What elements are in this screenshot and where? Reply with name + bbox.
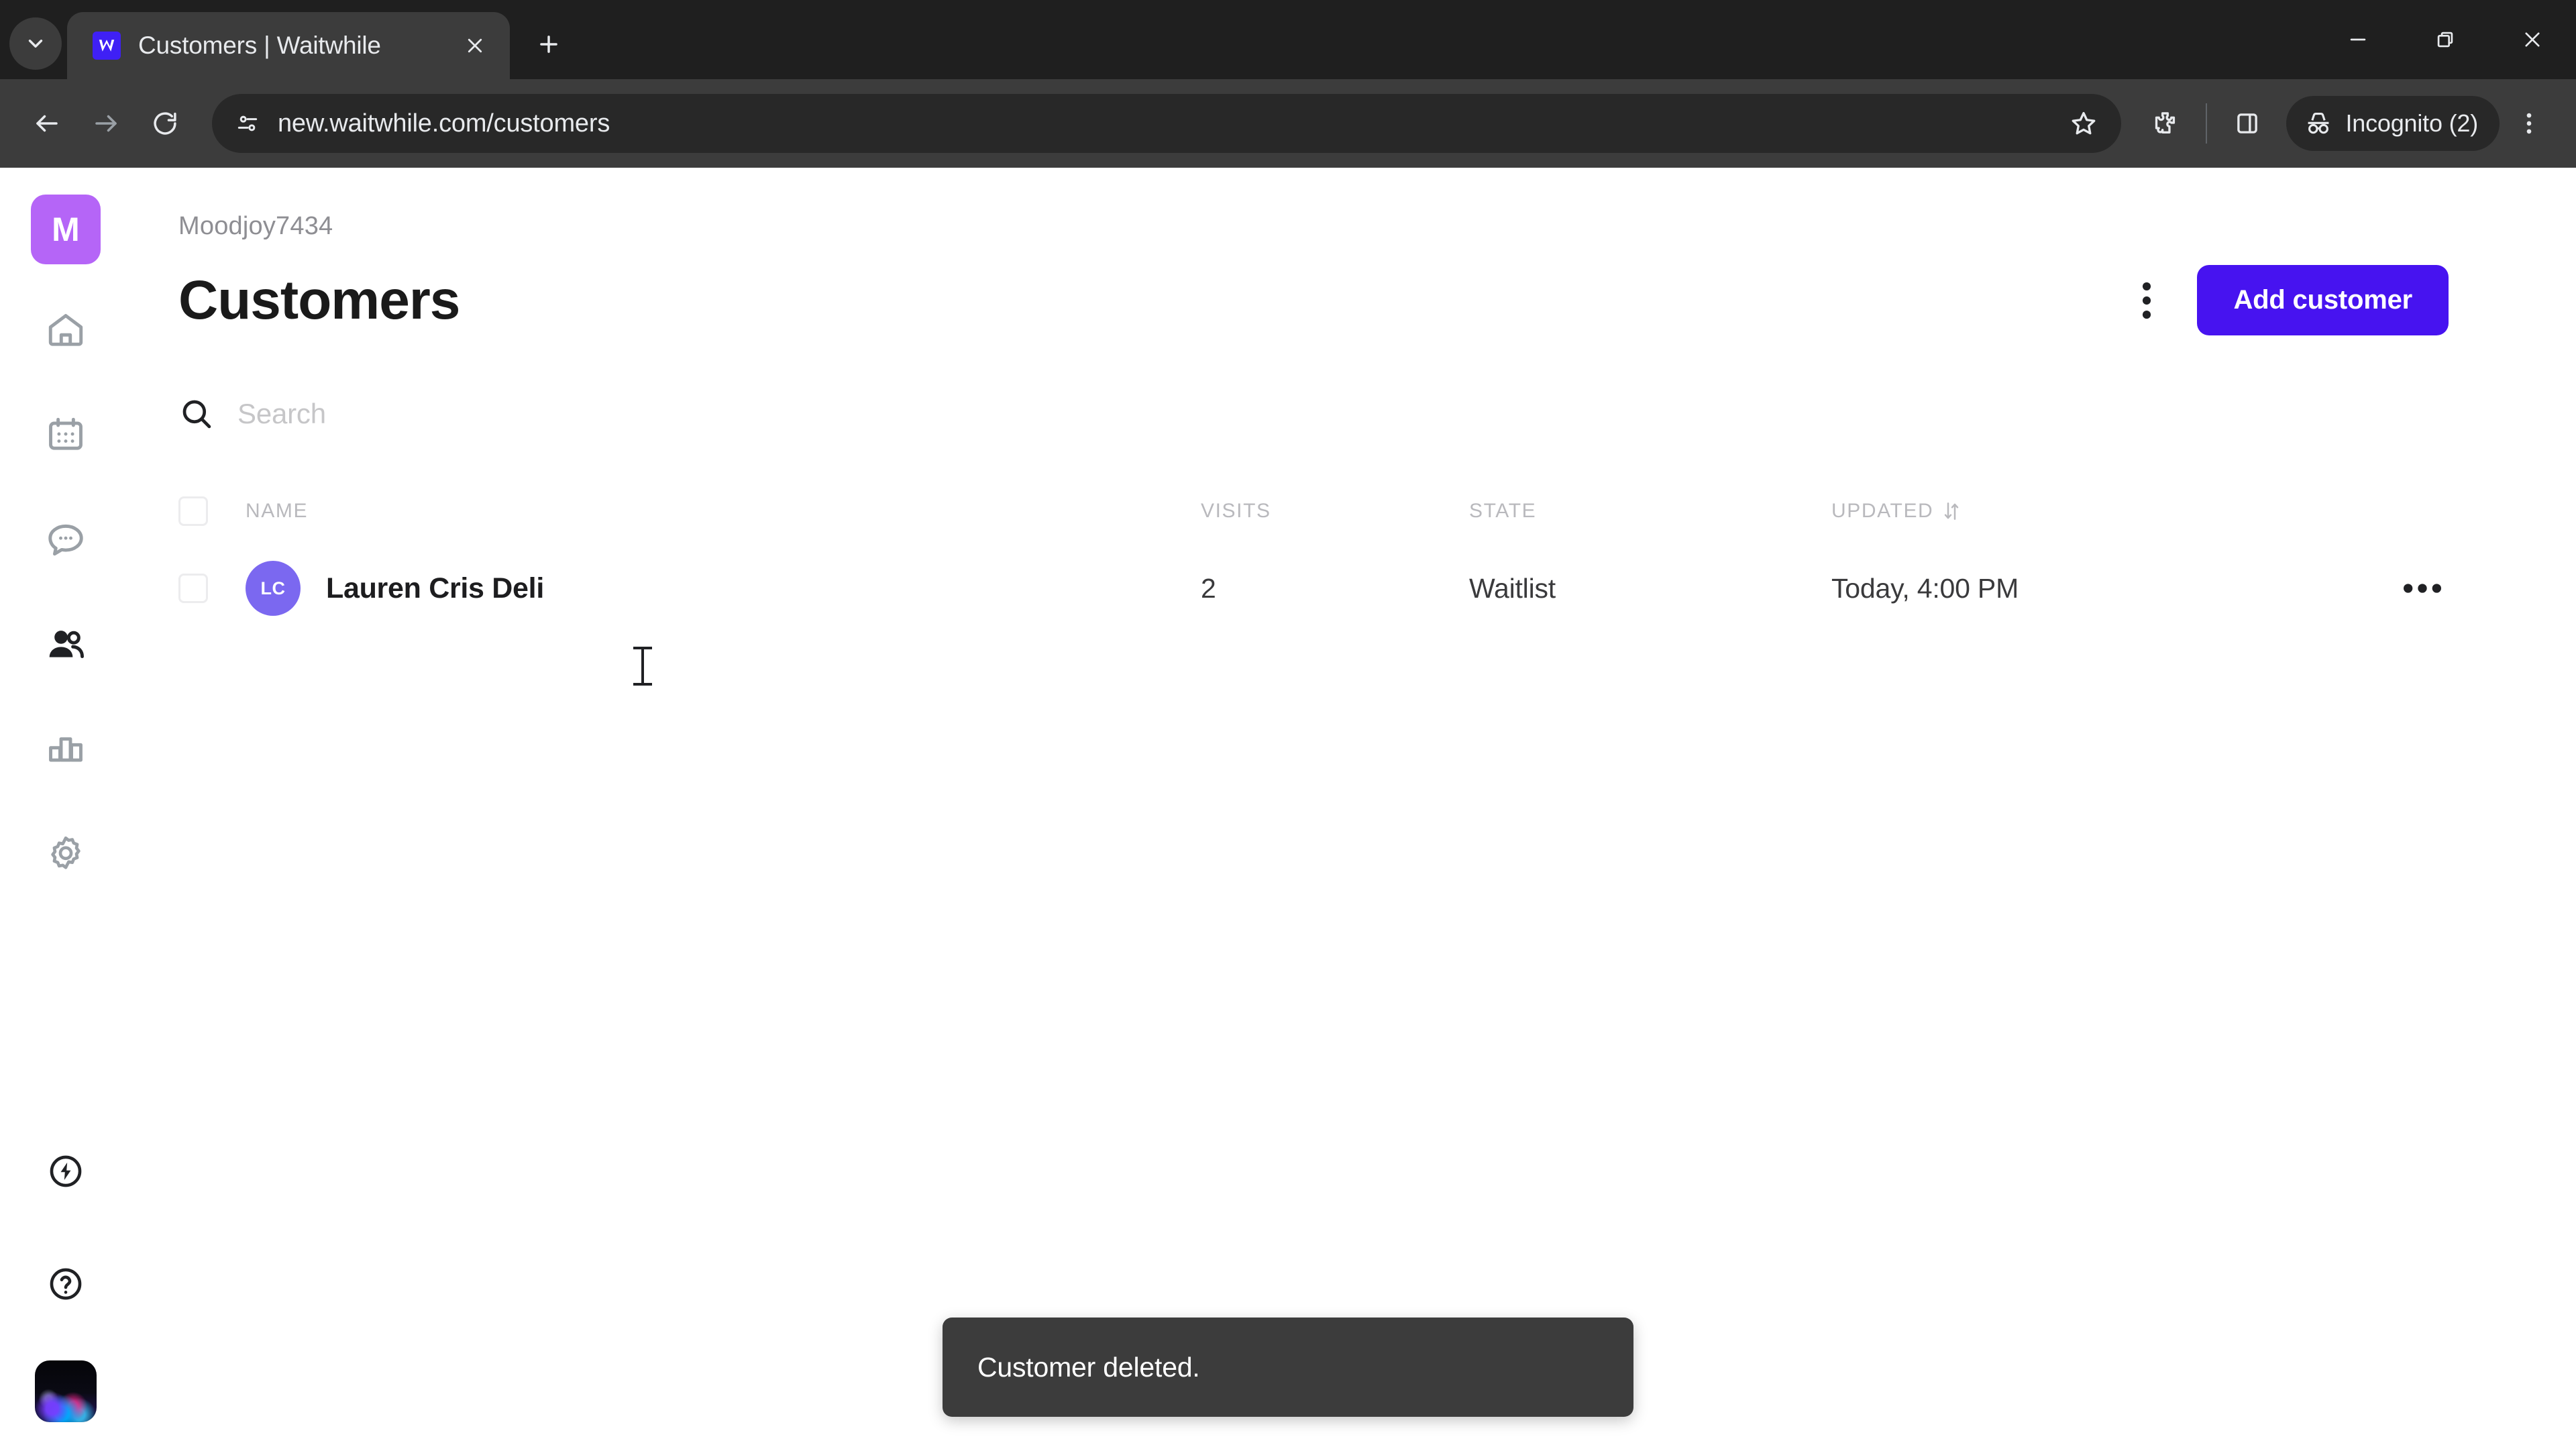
select-all-checkbox[interactable]	[178, 496, 208, 526]
column-header-state[interactable]: STATE	[1469, 500, 1831, 523]
sidebar-nav	[30, 294, 102, 922]
search-input[interactable]	[237, 398, 2449, 430]
people-icon	[49, 631, 84, 659]
chevron-down-icon	[28, 40, 43, 48]
window-controls	[2314, 0, 2576, 79]
customer-avatar-initials: LC	[246, 561, 301, 616]
column-header-name[interactable]: NAME	[246, 500, 308, 523]
column-header-updated[interactable]: UPDATED	[1831, 500, 2341, 523]
add-customer-button[interactable]: Add customer	[2197, 265, 2449, 335]
reload-icon	[154, 112, 176, 135]
extensions-button[interactable]	[2136, 94, 2195, 153]
toolbar-divider	[2206, 103, 2208, 144]
back-button[interactable]	[17, 94, 76, 153]
side-panel-icon	[2237, 113, 2258, 133]
customer-updated: Today, 4:00 PM	[1831, 572, 2019, 604]
page-options-button[interactable]	[2118, 272, 2176, 329]
close-icon	[2525, 32, 2540, 47]
page-viewport: M Moodjoy7434 Customers Add customer Sea…	[0, 168, 2576, 1449]
page-header: Customers Add customer	[178, 265, 2449, 335]
tab-search-button[interactable]	[9, 17, 62, 70]
minimize-button[interactable]	[2314, 0, 2402, 79]
minimize-icon	[2350, 38, 2366, 41]
close-window-button[interactable]	[2489, 0, 2576, 79]
kebab-menu-icon	[2143, 282, 2151, 319]
sort-icon	[1945, 502, 1959, 520]
profile-button[interactable]: Incognito (2)	[2286, 96, 2500, 151]
sidebar-item-help[interactable]	[30, 1248, 102, 1320]
sidebar-bottom-nav	[30, 1135, 102, 1422]
user-avatar[interactable]	[35, 1360, 97, 1422]
toast-notification: Customer deleted.	[943, 1318, 1633, 1417]
tune-icon	[237, 115, 258, 131]
table-header-row: NAME VISITS STATE UPDATED	[178, 480, 2449, 542]
customer-name: Lauren Cris Deli	[326, 572, 544, 604]
forward-arrow-icon	[95, 115, 117, 132]
column-header-updated-label: UPDATED	[1831, 500, 1934, 522]
site-info-button[interactable]	[227, 103, 268, 144]
home-icon	[48, 314, 83, 346]
toast-message: Customer deleted.	[977, 1351, 1200, 1383]
puzzle-icon	[2155, 112, 2176, 133]
customer-state: Waitlist	[1469, 572, 1556, 604]
maximize-button[interactable]	[2402, 0, 2489, 79]
search-icon	[182, 400, 211, 429]
forward-button[interactable]	[76, 94, 136, 153]
tab-close-button[interactable]	[456, 27, 494, 64]
waitwhile-logo-icon	[99, 40, 115, 52]
sidebar-item-settings[interactable]	[30, 817, 102, 890]
browser-tab[interactable]: Customers | Waitwhile	[67, 12, 510, 79]
select-all-cell[interactable]	[178, 496, 246, 526]
url-text: new.waitwhile.com/customers	[278, 109, 610, 138]
sidebar-item-home[interactable]	[30, 294, 102, 366]
address-bar[interactable]: new.waitwhile.com/customers	[212, 94, 2122, 153]
new-tab-button[interactable]	[525, 20, 573, 68]
tab-strip: Customers | Waitwhile	[0, 0, 2576, 79]
gear-icon	[51, 836, 80, 869]
kebab-menu-icon	[2526, 113, 2532, 134]
profile-label: Incognito (2)	[2345, 109, 2478, 137]
reload-button[interactable]	[136, 94, 195, 153]
sidebar-item-schedule[interactable]	[30, 398, 102, 471]
column-header-visits[interactable]: VISITS	[1201, 500, 1469, 523]
star-icon	[2072, 111, 2096, 135]
row-select-cell[interactable]	[178, 574, 246, 603]
main-content: Moodjoy7434 Customers Add customer Searc…	[131, 168, 2576, 1449]
table-row[interactable]: LC Lauren Cris Deli 2 Waitlist Today, 4:…	[178, 542, 2449, 635]
more-horizontal-icon	[2404, 584, 2441, 593]
sidebar-item-messages[interactable]	[30, 503, 102, 576]
row-checkbox[interactable]	[178, 574, 208, 603]
sidebar-item-analytics[interactable]	[30, 712, 102, 785]
browser-toolbar: new.waitwhile.com/customers Incognito (2…	[0, 79, 2576, 168]
customer-name-cell[interactable]: LC Lauren Cris Deli	[246, 561, 1201, 616]
restore-icon	[2437, 32, 2453, 48]
search-bar[interactable]	[178, 385, 2449, 455]
sidebar-item-customers[interactable]	[30, 608, 102, 680]
lightning-bolt-circle-icon	[50, 1155, 82, 1187]
close-icon	[468, 38, 482, 53]
sidebar-item-whats-new[interactable]	[30, 1135, 102, 1208]
text-cursor	[633, 647, 652, 686]
incognito-icon	[2308, 112, 2329, 134]
waitwhile-favicon	[93, 32, 121, 60]
customer-visits: 2	[1201, 572, 1216, 604]
tab-title: Customers | Waitwhile	[138, 32, 381, 59]
chat-bubble-icon	[48, 524, 83, 556]
question-circle-icon	[50, 1268, 82, 1300]
back-arrow-icon	[36, 115, 58, 132]
side-panel-button[interactable]	[2218, 94, 2277, 153]
organization-name: Moodjoy7434	[178, 212, 333, 240]
bar-chart-icon	[49, 737, 83, 762]
page-title: Customers	[178, 269, 460, 331]
bookmark-button[interactable]	[2058, 98, 2109, 149]
app-sidebar: M	[0, 168, 131, 1449]
customers-table: NAME VISITS STATE UPDATED LC Lauren Cris…	[178, 480, 2449, 635]
browser-menu-button[interactable]	[2500, 94, 2559, 153]
plus-icon	[540, 36, 557, 53]
row-actions-button[interactable]	[2396, 565, 2449, 612]
workspace-logo[interactable]: M	[31, 195, 101, 264]
browser-window: Customers | Waitwhile new.waitwhile.com/…	[0, 0, 2576, 1449]
calendar-icon	[49, 417, 83, 450]
